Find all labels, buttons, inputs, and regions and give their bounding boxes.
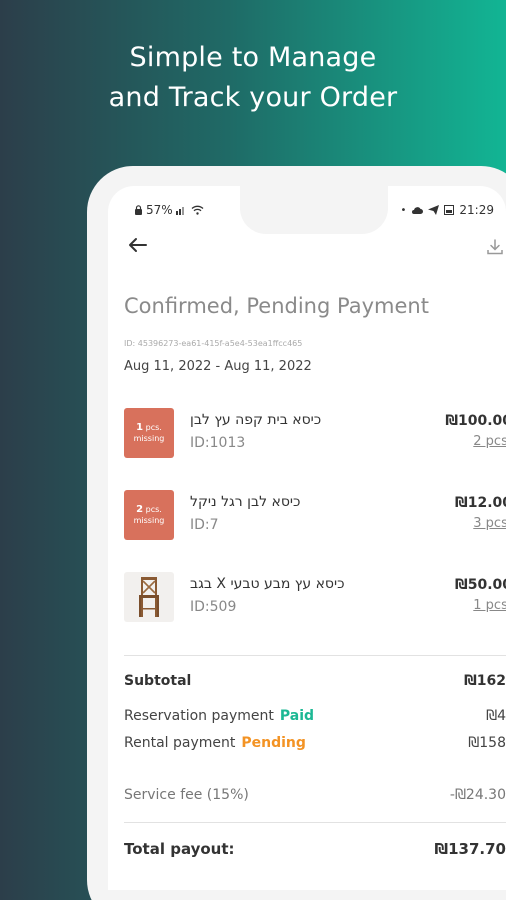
item-id: ID:509: [190, 599, 237, 615]
total-value: ₪137.70: [434, 840, 506, 858]
item-id: ID:7: [190, 517, 219, 533]
service-fee-row: Service fee (15%) -₪24.30: [124, 787, 506, 803]
status-badge-paid: Paid: [279, 708, 315, 724]
missing-unit: pcs.: [145, 423, 162, 432]
wooden-chair-icon: [124, 572, 174, 622]
divider: [124, 822, 506, 823]
hero-line-2: and Track your Order: [108, 82, 398, 113]
battery-percent: 57%: [146, 203, 173, 217]
divider: [124, 655, 506, 656]
reservation-value: ₪4: [486, 708, 506, 724]
list-item[interactable]: 1 pcs. missing כיסא בית קפה עץ לבן ID:10…: [124, 408, 506, 460]
item-name: כיסא עץ מבע טבעי X בגב: [190, 576, 345, 592]
order-status-title: Confirmed, Pending Payment: [124, 294, 429, 318]
list-item[interactable]: 2 pcs. missing כיסא לבן רגל ניקל ID:7 ₪1…: [124, 490, 506, 542]
status-bar-right: • 21:29: [401, 203, 495, 217]
total-payout-row: Total payout: ₪137.70: [124, 840, 506, 858]
rental-payment-row: Rental payment Pending ₪158: [124, 735, 506, 751]
missing-label: missing: [133, 516, 165, 525]
dot-icon: •: [400, 204, 407, 216]
image-icon: [444, 205, 455, 215]
subtotal-label: Subtotal: [124, 673, 192, 689]
rental-label: Rental payment: [124, 735, 236, 751]
service-fee-label: Service fee (15%): [124, 787, 249, 803]
total-label: Total payout:: [124, 840, 235, 858]
missing-label: missing: [133, 434, 165, 443]
download-icon[interactable]: [486, 238, 504, 256]
order-screen: 57% • 21:29 Confirmed, Pending Payment I…: [108, 186, 506, 890]
lock-icon: [135, 204, 142, 215]
missing-badge: 1 pcs. missing: [124, 408, 174, 458]
item-id: ID:1013: [190, 435, 246, 451]
reservation-label: Reservation payment: [124, 708, 274, 724]
subtotal-row: Subtotal ₪162: [124, 673, 506, 689]
reservation-payment-row: Reservation payment Paid ₪4: [124, 708, 506, 724]
item-quantity-link[interactable]: 1 pcs.: [473, 598, 506, 613]
hero-heading: Simple to Manage and Track your Order: [0, 38, 506, 118]
item-quantity-link[interactable]: 3 pcs.: [473, 516, 506, 531]
list-item[interactable]: כיסא עץ מבע טבעי X בגב ID:509 ₪50.00 1 p…: [124, 572, 506, 624]
rental-value: ₪158: [468, 735, 506, 751]
send-icon: [428, 205, 440, 215]
item-name: כיסא בית קפה עץ לבן: [190, 412, 322, 428]
wifi-icon: [191, 205, 204, 215]
back-arrow-icon[interactable]: [128, 234, 148, 259]
order-id: ID: 45396273-ea61-415f-a5e4-53ea1ffcc465: [124, 339, 303, 348]
item-quantity-link[interactable]: 2 pcs.: [473, 434, 506, 449]
order-date-range: Aug 11, 2022 - Aug 11, 2022: [124, 359, 312, 374]
status-bar-left: 57%: [134, 203, 204, 217]
camera-notch: [240, 186, 388, 234]
item-name: כיסא לבן רגל ניקל: [190, 494, 301, 510]
item-price: ₪100.00: [445, 413, 506, 429]
status-badge-pending: Pending: [241, 735, 306, 751]
item-price: ₪12.00: [455, 495, 506, 511]
service-fee-value: -₪24.30: [449, 787, 506, 803]
cloud-icon: [412, 206, 424, 214]
hero-line-1: Simple to Manage: [129, 42, 377, 73]
missing-badge: 2 pcs. missing: [124, 490, 174, 540]
missing-count: 2: [136, 504, 144, 515]
clock-time: 21:29: [459, 203, 494, 217]
subtotal-value: ₪162: [464, 673, 506, 689]
signal-icon: [175, 207, 184, 215]
missing-unit: pcs.: [145, 505, 162, 514]
item-price: ₪50.00: [455, 577, 506, 593]
missing-count: 1: [136, 422, 144, 433]
